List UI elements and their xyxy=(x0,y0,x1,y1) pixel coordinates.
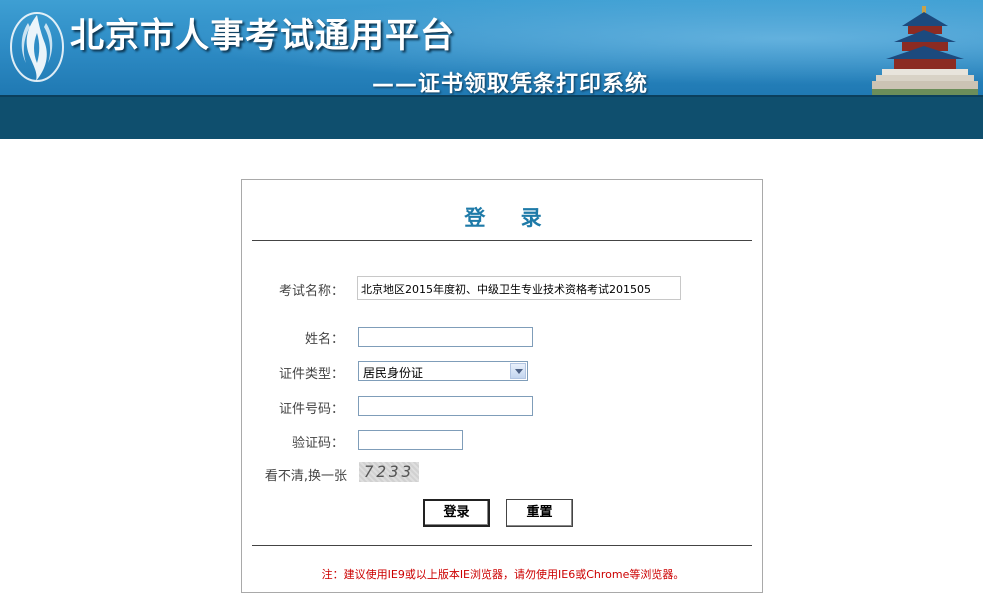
browser-notice: 注：建议使用IE9或以上版本IE浏览器，请勿使用IE6或Chrome等浏览器。 xyxy=(321,568,685,581)
banner-bottom-bar xyxy=(0,97,983,139)
site-subtitle: ——证书领取凭条打印系统 xyxy=(372,72,649,97)
login-button[interactable]: 登录 xyxy=(423,499,490,527)
exam-name-label: 考试名称： xyxy=(278,284,344,299)
chevron-down-icon[interactable] xyxy=(510,363,526,379)
login-title: 登 录 xyxy=(464,206,556,230)
divider xyxy=(252,545,752,546)
temple-of-heaven-icon xyxy=(872,6,978,96)
banner: 北京市人事考试通用平台 ——证书领取凭条打印系统 xyxy=(0,0,983,97)
refresh-captcha-link[interactable]: 看不清,换一张 xyxy=(242,465,347,484)
login-panel: 登 录 考试名称： 北京地区2015年度初、中级卫生专业技术资格考试201505… xyxy=(241,179,763,593)
name-input[interactable] xyxy=(358,327,533,347)
id-type-selected: 居民身份证 xyxy=(363,366,424,380)
captcha-input[interactable] xyxy=(358,430,463,450)
captcha-label: 验证码： xyxy=(291,436,344,451)
id-type-label: 证件类型： xyxy=(278,367,344,382)
id-number-input[interactable] xyxy=(358,396,533,416)
flame-logo-icon xyxy=(10,12,64,82)
captcha-image[interactable]: 7233 xyxy=(359,462,419,482)
exam-name-field[interactable]: 北京地区2015年度初、中级卫生专业技术资格考试201505 xyxy=(357,276,681,300)
reset-button[interactable]: 重置 xyxy=(506,499,573,527)
header: 北京市人事考试通用平台 ——证书领取凭条打印系统 xyxy=(0,0,983,139)
id-type-select[interactable]: 居民身份证 xyxy=(358,361,528,381)
name-label: 姓名： xyxy=(304,332,344,347)
divider xyxy=(252,240,752,241)
id-number-label: 证件号码： xyxy=(278,402,344,417)
site-title: 北京市人事考试通用平台 xyxy=(70,16,455,56)
